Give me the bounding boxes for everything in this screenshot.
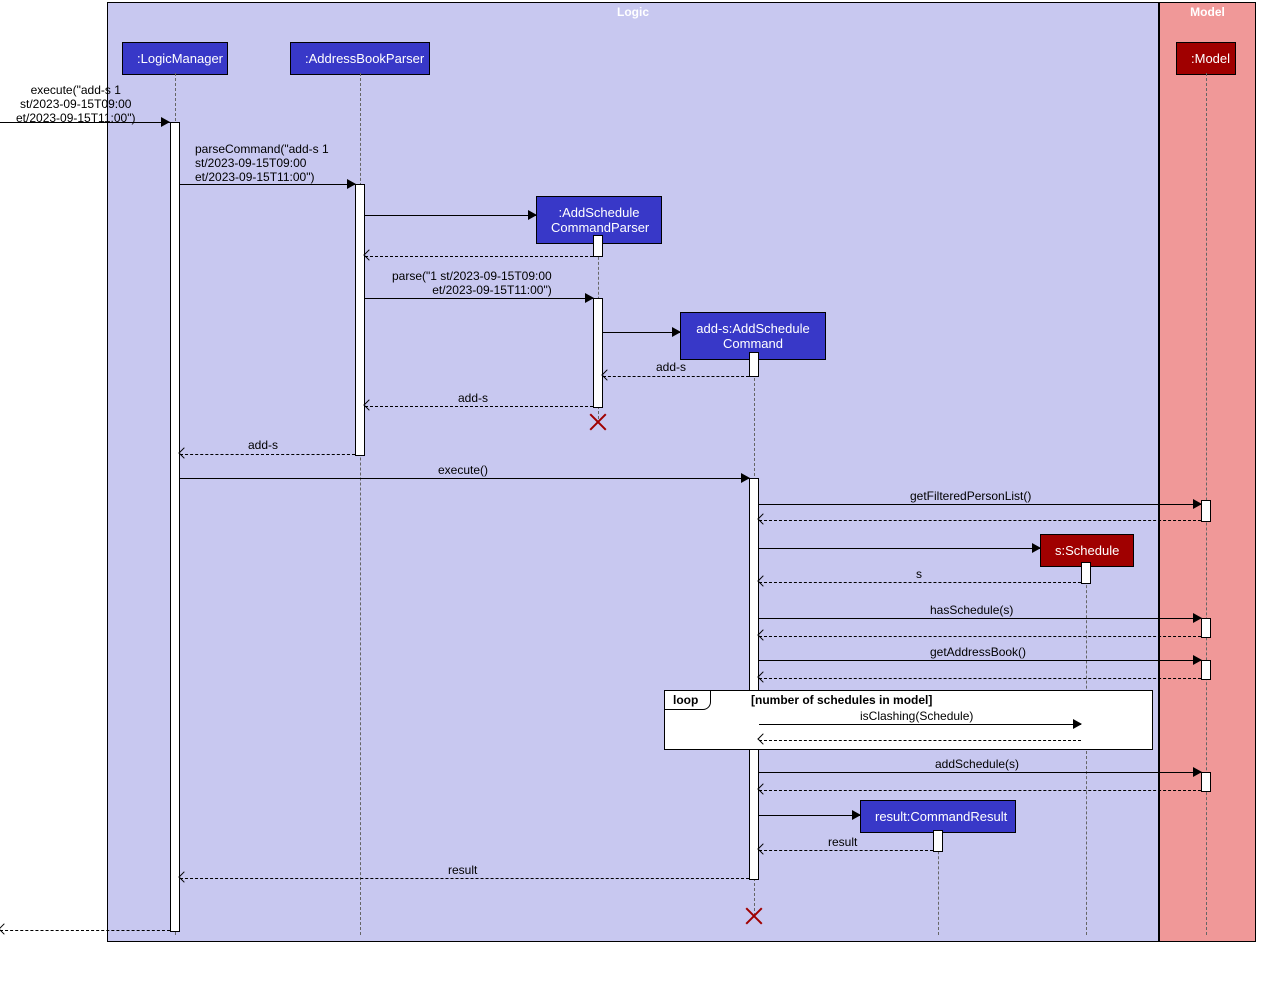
msg-parse: parse("1 st/2023-09-15T09:00et/2023-09-1… — [392, 269, 552, 297]
msg-execute2: execute() — [438, 463, 488, 477]
msg-getaddressbook: getAddressBook() — [930, 645, 1026, 659]
activation-logic-manager — [170, 122, 180, 932]
msg-addschedule: addSchedule(s) — [935, 757, 1019, 771]
destroy-ascp — [588, 412, 608, 432]
activation-model-4 — [1201, 772, 1211, 792]
msg-adds-2: add-s — [458, 391, 488, 405]
loop-condition: [number of schedules in model] — [751, 693, 932, 707]
activation-model-3 — [1201, 660, 1211, 680]
participant-model: :Model — [1176, 42, 1236, 75]
model-frame: Model — [1159, 2, 1256, 942]
msg-parse-command: parseCommand("add-s 1st/2023-09-15T09:00… — [195, 142, 329, 184]
participant-address-book-parser: :AddressBookParser — [290, 42, 430, 75]
msg-isclashing: isClashing(Schedule) — [860, 709, 973, 723]
activation-cr — [933, 830, 943, 852]
lifeline-schedule — [1086, 565, 1087, 935]
logic-frame-label: Logic — [617, 5, 649, 19]
msg-result: result — [828, 835, 857, 849]
activation-asc-2 — [749, 478, 759, 880]
msg-adds-3: add-s — [248, 438, 278, 452]
model-frame-label: Model — [1190, 5, 1225, 19]
activation-asc-1 — [749, 352, 759, 377]
msg-execute-in: execute("add-s 1st/2023-09-15T09:00et/20… — [16, 83, 135, 125]
activation-model-2 — [1201, 618, 1211, 638]
msg-hasschedule: hasSchedule(s) — [930, 603, 1013, 617]
msg-result2: result — [448, 863, 477, 877]
msg-getfilteredpersonlist: getFilteredPersonList() — [910, 489, 1031, 503]
activation-abp — [355, 184, 365, 456]
loop-label: loop — [664, 690, 711, 710]
activation-model-1 — [1201, 500, 1211, 522]
activation-sched — [1081, 562, 1091, 584]
participant-logic-manager: :LogicManager — [122, 42, 228, 75]
activation-ascp-2 — [593, 298, 603, 408]
destroy-asc — [744, 906, 764, 926]
msg-return-s: s — [916, 567, 922, 581]
participant-command-result: result:CommandResult — [860, 800, 1016, 833]
msg-adds-1: add-s — [656, 360, 686, 374]
activation-ascp-1 — [593, 235, 603, 257]
